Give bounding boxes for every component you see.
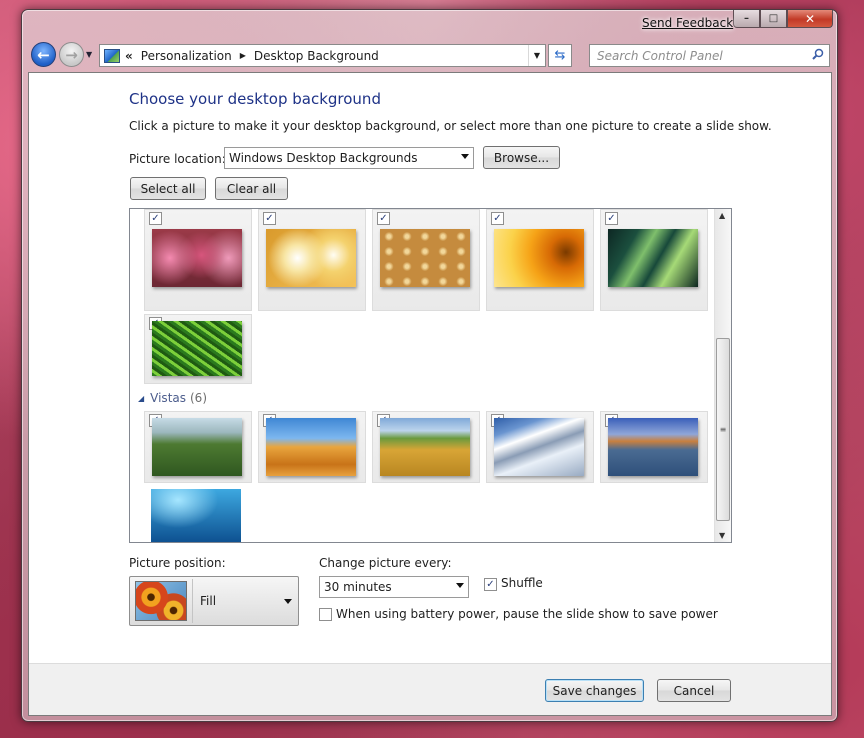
picture-location-label: Picture location:: [129, 152, 226, 166]
forward-arrow-icon: →: [65, 45, 78, 64]
breadcrumb-overflow[interactable]: «: [125, 49, 133, 63]
select-all-button[interactable]: Select all: [130, 177, 206, 200]
breadcrumb-desktop-background[interactable]: Desktop Background: [254, 49, 379, 63]
change-picture-interval-select[interactable]: 30 minutes: [319, 576, 469, 598]
browse-button[interactable]: Browse...: [483, 146, 560, 169]
picture-tile[interactable]: ✓: [372, 209, 480, 311]
minimize-button[interactable]: –: [733, 10, 760, 28]
instruction-text: Click a picture to make it your desktop …: [129, 119, 772, 133]
refresh-button[interactable]: ⇆: [548, 44, 572, 67]
page-title: Choose your desktop background: [129, 90, 381, 108]
footer-bar: Save changes Cancel: [29, 663, 831, 715]
control-panel-icon: [104, 48, 120, 63]
breadcrumb-separator-icon[interactable]: ▶: [240, 51, 246, 60]
thumbnail-fern: [152, 321, 242, 376]
breadcrumb-personalization[interactable]: Personalization: [141, 49, 232, 63]
picture-position-label: Picture position:: [129, 556, 226, 570]
shuffle-checkbox[interactable]: ✓: [484, 578, 497, 591]
battery-pause-label[interactable]: When using battery power, pause the slid…: [336, 607, 718, 621]
change-picture-label: Change picture every:: [319, 556, 452, 570]
tile-checkbox[interactable]: ✓: [605, 212, 618, 225]
search-input[interactable]: Search Control Panel: [589, 44, 830, 67]
thumbnail-wheat-field: [380, 418, 470, 476]
picture-tile[interactable]: ✓: [144, 411, 252, 483]
thumbnail-frangipani: [266, 229, 356, 287]
maximize-button[interactable]: □: [760, 10, 787, 28]
thumbnail-sand-dune: [266, 418, 356, 476]
search-placeholder: Search Control Panel: [597, 48, 723, 63]
refresh-icon: ⇆: [554, 48, 566, 63]
collapse-triangle-icon[interactable]: ◢: [138, 394, 144, 403]
control-panel-window: – □ ✕ Send Feedback ← → ▼ « Personalizat…: [21, 9, 838, 722]
tile-checkbox[interactable]: ✓: [149, 212, 162, 225]
gallery-scrollbar[interactable]: ▲ ≡ ▼: [714, 209, 731, 542]
forward-button[interactable]: →: [59, 42, 84, 67]
picture-location-value: Windows Desktop Backgrounds: [229, 151, 418, 165]
cancel-button[interactable]: Cancel: [657, 679, 731, 702]
chevron-down-icon: [284, 599, 292, 604]
send-feedback-link[interactable]: Send Feedback: [642, 16, 733, 30]
recent-pages-dropdown[interactable]: ▼: [86, 50, 92, 59]
tile-checkbox[interactable]: ✓: [377, 212, 390, 225]
picture-tile[interactable]: ✓: [144, 209, 252, 311]
picture-tile[interactable]: ✓: [258, 411, 366, 483]
position-preview-image: [135, 581, 187, 621]
picture-position-select[interactable]: Fill: [129, 576, 299, 626]
picture-tile[interactable]: ✓: [144, 314, 252, 384]
thumbnail-pink-dahlia: [152, 229, 242, 287]
scroll-down-icon[interactable]: ▼: [719, 531, 725, 540]
thumbnail-green-leaf: [608, 229, 698, 287]
close-button[interactable]: ✕: [787, 10, 833, 28]
group-name: Vistas: [150, 391, 186, 405]
picture-location-select[interactable]: Windows Desktop Backgrounds: [224, 147, 474, 169]
picture-tile[interactable]: ✓: [486, 411, 594, 483]
group-header-vistas[interactable]: ◢ Vistas (6): [138, 391, 207, 405]
chevron-down-icon: [456, 583, 464, 588]
tile-checkbox[interactable]: ✓: [263, 212, 276, 225]
picture-tile[interactable]: ✓: [372, 411, 480, 483]
scroll-up-icon[interactable]: ▲: [719, 211, 725, 220]
search-icon[interactable]: [812, 48, 824, 60]
chevron-down-icon: [461, 154, 469, 159]
clear-all-button[interactable]: Clear all: [215, 177, 288, 200]
scroll-thumb[interactable]: ≡: [716, 338, 730, 521]
client-area: Choose your desktop background Click a p…: [28, 72, 832, 716]
back-arrow-icon: ←: [37, 45, 50, 64]
tile-checkbox[interactable]: ✓: [491, 212, 504, 225]
save-changes-button[interactable]: Save changes: [545, 679, 644, 702]
caption-buttons: – □ ✕: [733, 10, 833, 28]
picture-position-value: Fill: [200, 594, 217, 608]
picture-tile[interactable]: ✓: [600, 411, 708, 483]
address-bar[interactable]: « Personalization ▶ Desktop Background ▼: [99, 44, 546, 67]
battery-pause-checkbox[interactable]: [319, 608, 332, 621]
divider: [192, 579, 193, 623]
back-button[interactable]: ←: [31, 42, 56, 67]
picture-tile[interactable]: ✓: [258, 209, 366, 311]
change-picture-value: 30 minutes: [324, 580, 392, 594]
picture-tile[interactable]: ✓: [486, 209, 594, 311]
thumbnail-snowy-mountains: [494, 418, 584, 476]
thumbnail-orange-flower: [494, 229, 584, 287]
address-dropdown-icon[interactable]: ▼: [528, 45, 545, 66]
thumbnail-golden-pattern: [380, 229, 470, 287]
thumbnail-waterfall: [152, 418, 242, 476]
picture-gallery[interactable]: ✓ ✓ ✓ ✓ ✓ ✓: [129, 208, 732, 543]
thumbnail-mountain-lake: [608, 418, 698, 476]
group-count: (6): [190, 391, 207, 405]
thumbnail-underwater[interactable]: [151, 489, 241, 542]
picture-tile[interactable]: ✓: [600, 209, 708, 311]
shuffle-label[interactable]: Shuffle: [501, 576, 543, 590]
